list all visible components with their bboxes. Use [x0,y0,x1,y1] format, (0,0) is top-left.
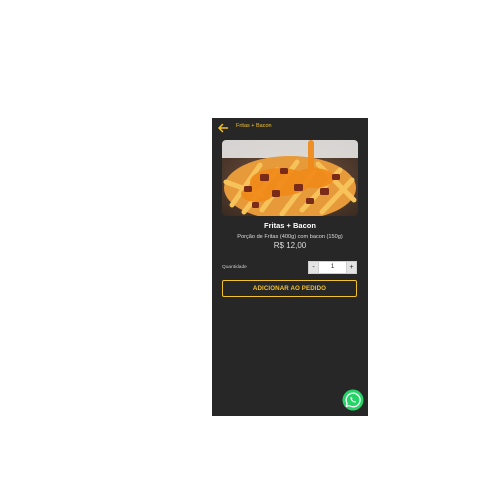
increment-button[interactable]: + [346,262,356,273]
quantity-label: Quantidade [222,265,247,270]
mobile-screen: Fritas + Bacon Fritas + Bacon Porção de … [212,118,368,416]
quantity-value[interactable]: 1 [319,262,346,273]
product-name: Fritas + Bacon [264,221,316,230]
top-bar: Fritas + Bacon [212,118,368,136]
whatsapp-icon [342,389,364,411]
quantity-stepper: - 1 + [308,261,357,274]
decrement-button[interactable]: - [309,262,319,273]
add-to-order-button[interactable]: ADICIONAR AO PEDIDO [222,280,357,297]
product-price: R$ 12,00 [273,241,307,250]
product-image [222,140,358,216]
arrow-left-icon [218,123,229,133]
product-description: Porção de Fritas (400g) com bacon (150g) [237,234,343,240]
whatsapp-button[interactable] [342,389,364,411]
back-button[interactable] [217,122,229,134]
page-title: Fritas + Bacon [236,123,272,129]
